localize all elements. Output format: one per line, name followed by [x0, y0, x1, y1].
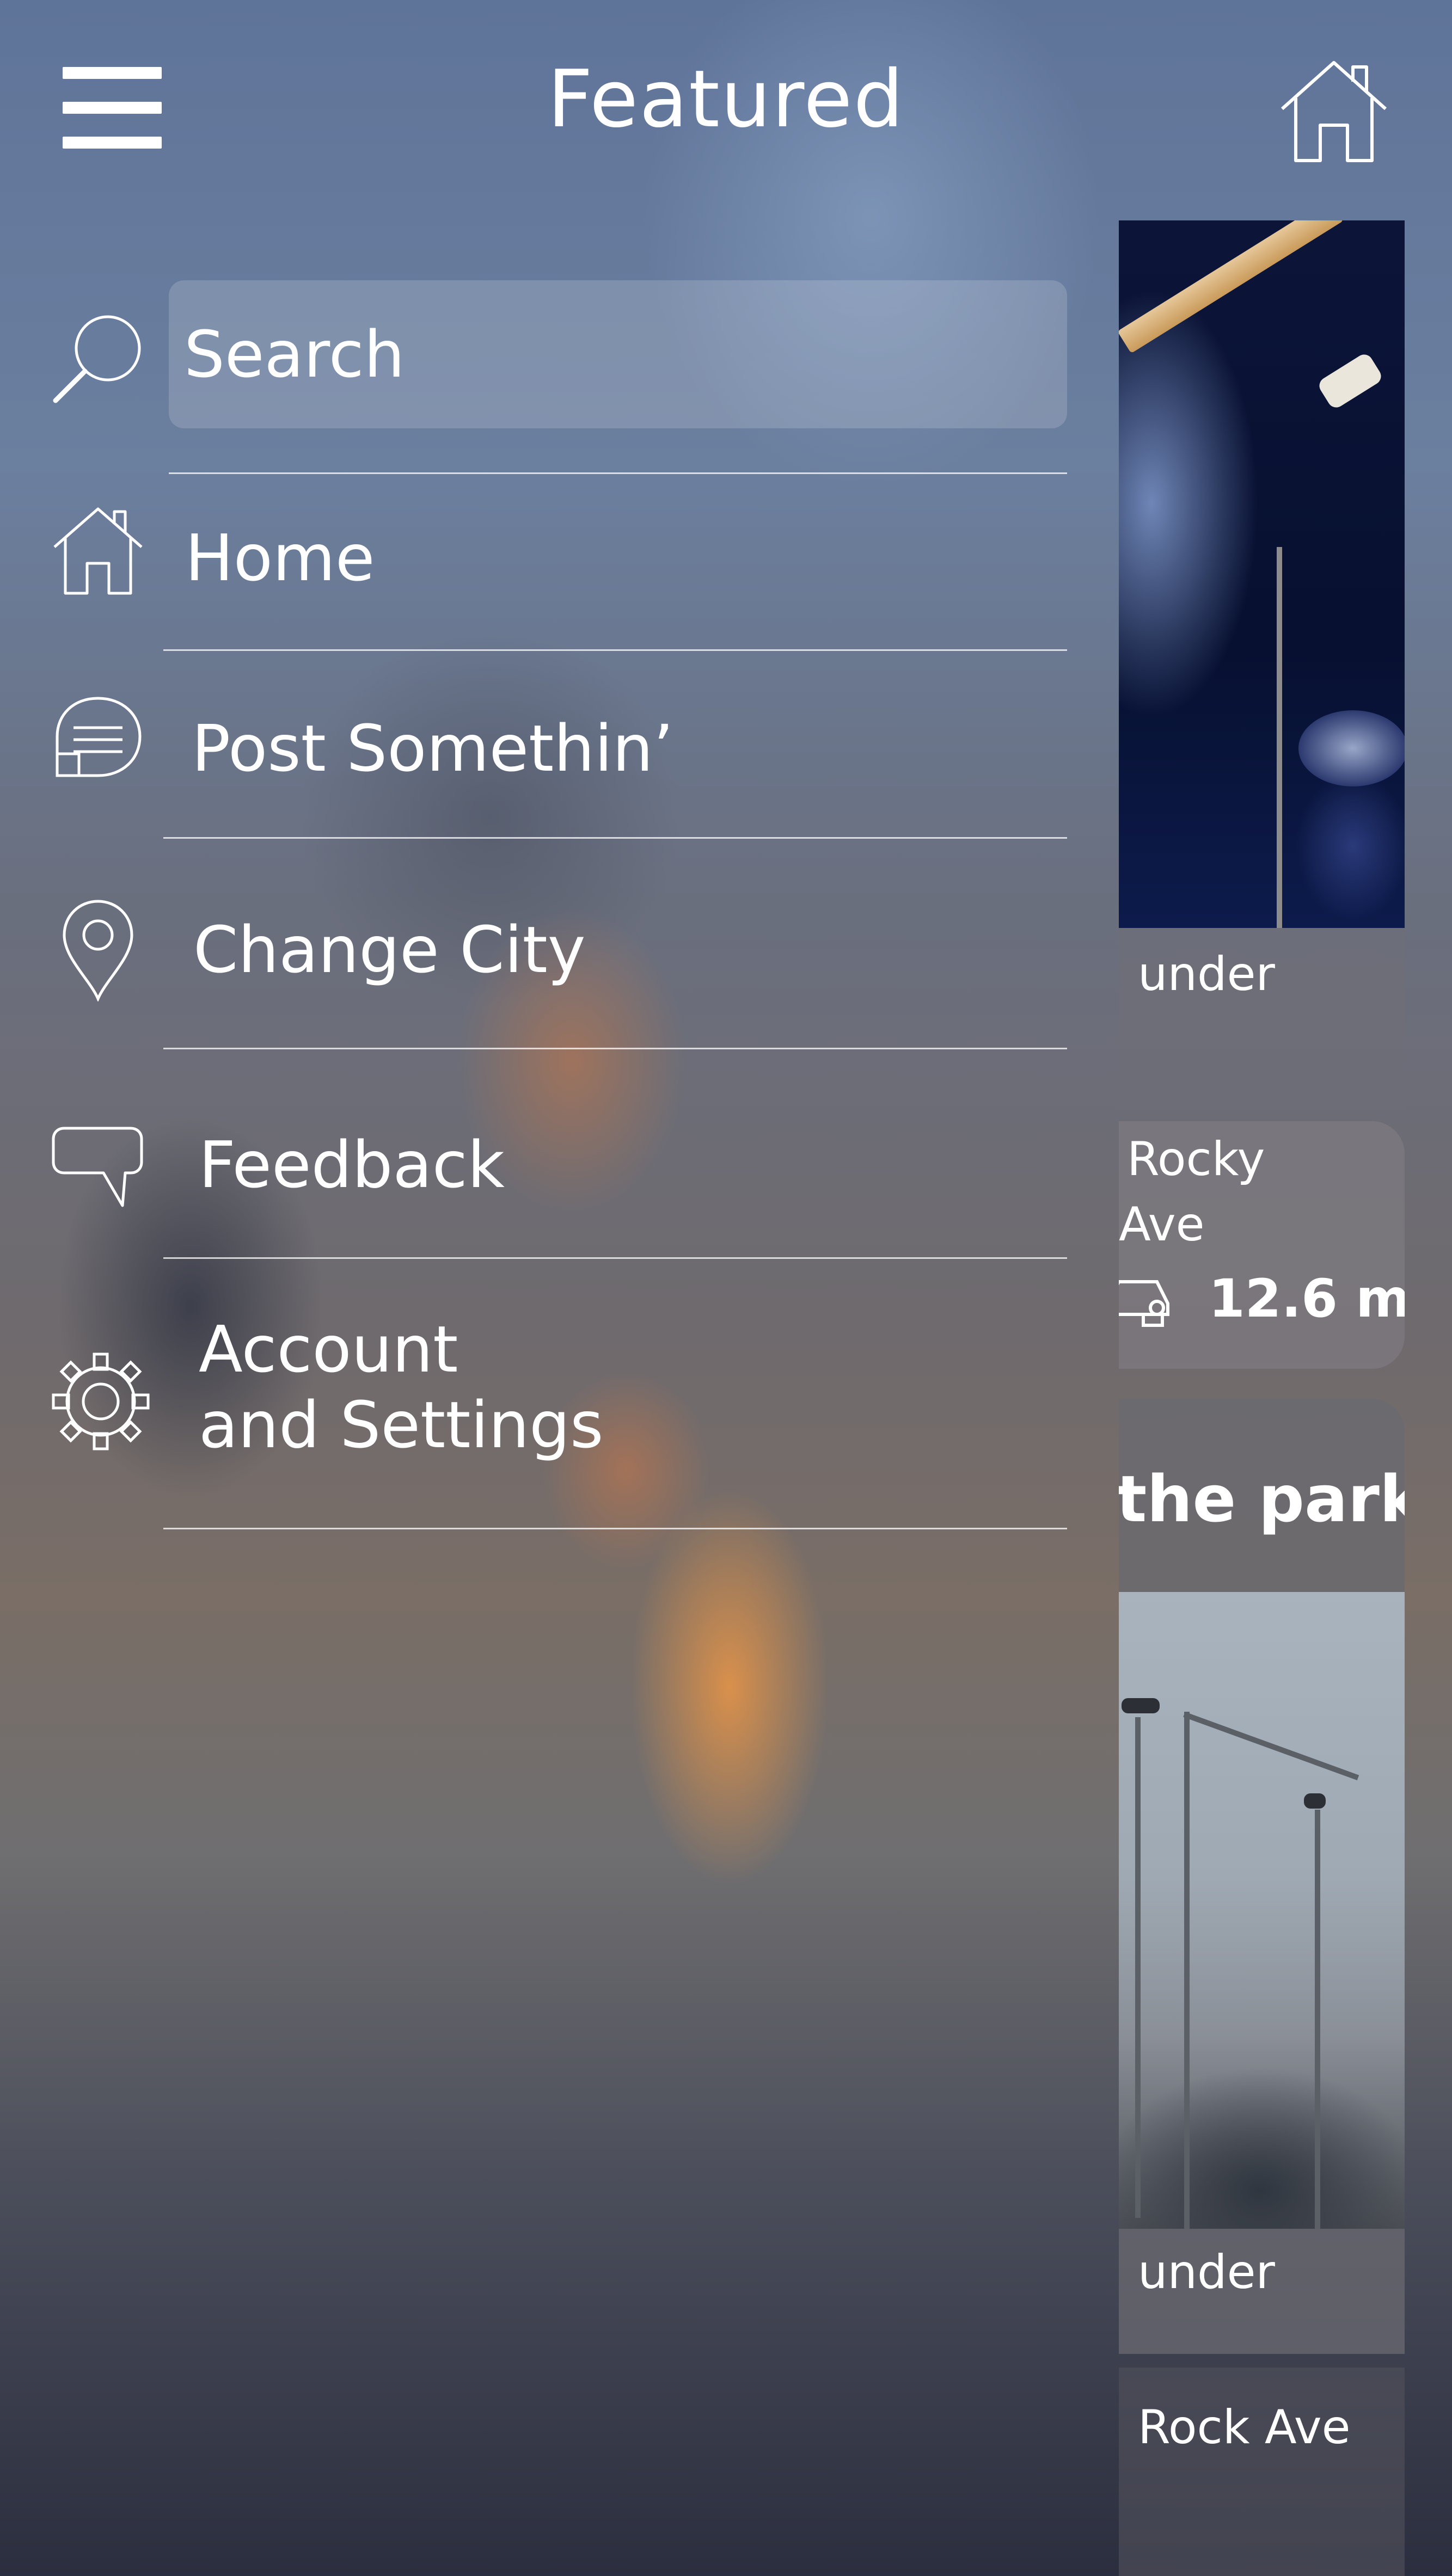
- menu-item-settings-label: and Settings: [199, 1387, 604, 1463]
- gear-icon: [52, 1352, 150, 1450]
- search-placeholder: Search: [184, 317, 405, 392]
- divider: [163, 1257, 1067, 1259]
- feed-card[interactable]: the park under: [1119, 1399, 1405, 2354]
- divider: [163, 649, 1067, 651]
- card-text: under: [1138, 947, 1275, 1001]
- home-icon[interactable]: [1277, 57, 1391, 166]
- location-pin-icon: [63, 900, 133, 1001]
- post-icon: [56, 697, 142, 777]
- distance: 12.6 mi: [1209, 1268, 1405, 1329]
- search-input[interactable]: Search: [169, 280, 1067, 428]
- menu-item-feedback[interactable]: Feedback: [199, 1127, 505, 1204]
- page-title: Featured: [547, 53, 905, 145]
- feed-card[interactable]: under: [1119, 220, 1405, 1110]
- divider: [163, 1528, 1067, 1529]
- feed-card[interactable]: Rock Ave: [1119, 2368, 1405, 2576]
- menu-item-home[interactable]: Home: [185, 520, 375, 597]
- menu-item-change-city[interactable]: Change City: [193, 912, 586, 989]
- divider: [163, 837, 1067, 839]
- venue-line: Rock Ave: [1138, 2400, 1351, 2455]
- car-icon: [1119, 1280, 1169, 1327]
- side-menu-drawer: Search Home Post Somethin’ Change City F…: [0, 0, 1119, 2576]
- menu-item-post[interactable]: Post Somethin’: [192, 710, 673, 788]
- speech-bubble-icon: [52, 1127, 143, 1207]
- search-icon: [53, 315, 141, 403]
- menu-item-account-label: Account: [199, 1312, 458, 1387]
- card-text: under: [1138, 2245, 1275, 2300]
- concert-photo: [1119, 220, 1405, 928]
- home-icon: [53, 507, 143, 595]
- divider: [163, 1048, 1067, 1049]
- event-title: the park: [1119, 1461, 1405, 1536]
- feed-panel[interactable]: under Rocky Ave 12.6 mi the park under R…: [1119, 220, 1405, 2576]
- feed-card[interactable]: Rocky Ave 12.6 mi: [1119, 1121, 1405, 1369]
- venue-line1: Rocky: [1127, 1132, 1265, 1186]
- menu-item-account-settings[interactable]: Account and Settings: [199, 1312, 604, 1463]
- mic-stand-photo: [1119, 1592, 1405, 2229]
- venue-line2: Ave: [1119, 1197, 1205, 1252]
- divider: [169, 472, 1067, 474]
